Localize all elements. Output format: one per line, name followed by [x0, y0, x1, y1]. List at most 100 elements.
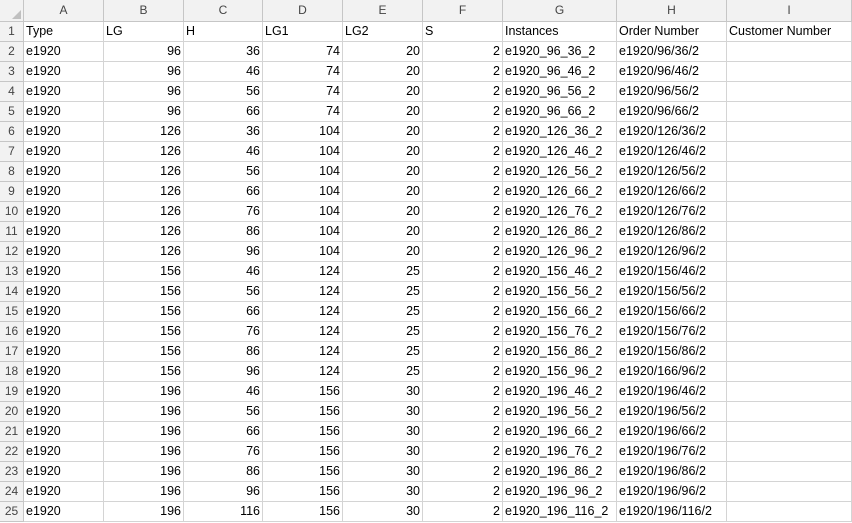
- cell-g23[interactable]: e1920_196_86_2: [503, 462, 617, 482]
- cell-h17[interactable]: e1920/156/86/2: [617, 342, 727, 362]
- cell-d25[interactable]: 156: [263, 502, 343, 522]
- cell-b10[interactable]: 126: [104, 202, 184, 222]
- row-number[interactable]: 2: [0, 42, 24, 62]
- cell-b21[interactable]: 196: [104, 422, 184, 442]
- cell-b16[interactable]: 156: [104, 322, 184, 342]
- cell-f8[interactable]: 2: [423, 162, 503, 182]
- cell-f3[interactable]: 2: [423, 62, 503, 82]
- cell-a24[interactable]: e1920: [24, 482, 104, 502]
- cell-f7[interactable]: 2: [423, 142, 503, 162]
- cell-i23[interactable]: [727, 462, 852, 482]
- row-number[interactable]: 11: [0, 222, 24, 242]
- cell-f15[interactable]: 2: [423, 302, 503, 322]
- cell-g16[interactable]: e1920_156_76_2: [503, 322, 617, 342]
- cell-b4[interactable]: 96: [104, 82, 184, 102]
- cell-h13[interactable]: e1920/156/46/2: [617, 262, 727, 282]
- cell-h10[interactable]: e1920/126/76/2: [617, 202, 727, 222]
- cell-f9[interactable]: 2: [423, 182, 503, 202]
- cell-g9[interactable]: e1920_126_66_2: [503, 182, 617, 202]
- cell-a6[interactable]: e1920: [24, 122, 104, 142]
- cell-f17[interactable]: 2: [423, 342, 503, 362]
- cell-g1[interactable]: Instances: [503, 22, 617, 42]
- row-number[interactable]: 5: [0, 102, 24, 122]
- cell-f22[interactable]: 2: [423, 442, 503, 462]
- cell-g12[interactable]: e1920_126_96_2: [503, 242, 617, 262]
- row-number[interactable]: 12: [0, 242, 24, 262]
- cell-b1[interactable]: LG: [104, 22, 184, 42]
- cell-i17[interactable]: [727, 342, 852, 362]
- cell-e19[interactable]: 30: [343, 382, 423, 402]
- cell-e23[interactable]: 30: [343, 462, 423, 482]
- cell-d20[interactable]: 156: [263, 402, 343, 422]
- cell-e6[interactable]: 20: [343, 122, 423, 142]
- cell-e16[interactable]: 25: [343, 322, 423, 342]
- cell-c12[interactable]: 96: [184, 242, 263, 262]
- cell-c19[interactable]: 46: [184, 382, 263, 402]
- cell-b23[interactable]: 196: [104, 462, 184, 482]
- row-number[interactable]: 8: [0, 162, 24, 182]
- column-header-e[interactable]: E: [343, 0, 423, 22]
- cell-a15[interactable]: e1920: [24, 302, 104, 322]
- cell-d23[interactable]: 156: [263, 462, 343, 482]
- cell-c3[interactable]: 46: [184, 62, 263, 82]
- cell-f19[interactable]: 2: [423, 382, 503, 402]
- cell-f11[interactable]: 2: [423, 222, 503, 242]
- cell-i11[interactable]: [727, 222, 852, 242]
- cell-i19[interactable]: [727, 382, 852, 402]
- cell-b24[interactable]: 196: [104, 482, 184, 502]
- cell-f5[interactable]: 2: [423, 102, 503, 122]
- cell-b9[interactable]: 126: [104, 182, 184, 202]
- row-number[interactable]: 22: [0, 442, 24, 462]
- cell-b2[interactable]: 96: [104, 42, 184, 62]
- cell-d12[interactable]: 104: [263, 242, 343, 262]
- cell-f2[interactable]: 2: [423, 42, 503, 62]
- row-number[interactable]: 23: [0, 462, 24, 482]
- cell-d18[interactable]: 124: [263, 362, 343, 382]
- cell-g7[interactable]: e1920_126_46_2: [503, 142, 617, 162]
- cell-a20[interactable]: e1920: [24, 402, 104, 422]
- cell-b19[interactable]: 196: [104, 382, 184, 402]
- cell-g4[interactable]: e1920_96_56_2: [503, 82, 617, 102]
- cell-c4[interactable]: 56: [184, 82, 263, 102]
- cell-i16[interactable]: [727, 322, 852, 342]
- cell-d14[interactable]: 124: [263, 282, 343, 302]
- cell-c17[interactable]: 86: [184, 342, 263, 362]
- cell-g19[interactable]: e1920_196_46_2: [503, 382, 617, 402]
- cell-e4[interactable]: 20: [343, 82, 423, 102]
- cell-a3[interactable]: e1920: [24, 62, 104, 82]
- cell-a11[interactable]: e1920: [24, 222, 104, 242]
- cell-a21[interactable]: e1920: [24, 422, 104, 442]
- cell-i3[interactable]: [727, 62, 852, 82]
- cell-c10[interactable]: 76: [184, 202, 263, 222]
- row-number[interactable]: 6: [0, 122, 24, 142]
- cell-f14[interactable]: 2: [423, 282, 503, 302]
- cell-a12[interactable]: e1920: [24, 242, 104, 262]
- cell-a13[interactable]: e1920: [24, 262, 104, 282]
- column-header-c[interactable]: C: [184, 0, 263, 22]
- cell-f24[interactable]: 2: [423, 482, 503, 502]
- cell-b17[interactable]: 156: [104, 342, 184, 362]
- cell-b20[interactable]: 196: [104, 402, 184, 422]
- cell-d7[interactable]: 104: [263, 142, 343, 162]
- cell-i21[interactable]: [727, 422, 852, 442]
- cell-e11[interactable]: 20: [343, 222, 423, 242]
- cell-e17[interactable]: 25: [343, 342, 423, 362]
- cell-e13[interactable]: 25: [343, 262, 423, 282]
- cell-d19[interactable]: 156: [263, 382, 343, 402]
- cell-a5[interactable]: e1920: [24, 102, 104, 122]
- cell-g20[interactable]: e1920_196_56_2: [503, 402, 617, 422]
- cell-b7[interactable]: 126: [104, 142, 184, 162]
- row-number[interactable]: 25: [0, 502, 24, 522]
- cell-h23[interactable]: e1920/196/86/2: [617, 462, 727, 482]
- cell-d8[interactable]: 104: [263, 162, 343, 182]
- cell-h1[interactable]: Order Number: [617, 22, 727, 42]
- cell-a17[interactable]: e1920: [24, 342, 104, 362]
- row-number[interactable]: 19: [0, 382, 24, 402]
- cell-h19[interactable]: e1920/196/46/2: [617, 382, 727, 402]
- cell-f25[interactable]: 2: [423, 502, 503, 522]
- cell-a4[interactable]: e1920: [24, 82, 104, 102]
- cell-c8[interactable]: 56: [184, 162, 263, 182]
- cell-g10[interactable]: e1920_126_76_2: [503, 202, 617, 222]
- cell-b5[interactable]: 96: [104, 102, 184, 122]
- cell-h25[interactable]: e1920/196/116/2: [617, 502, 727, 522]
